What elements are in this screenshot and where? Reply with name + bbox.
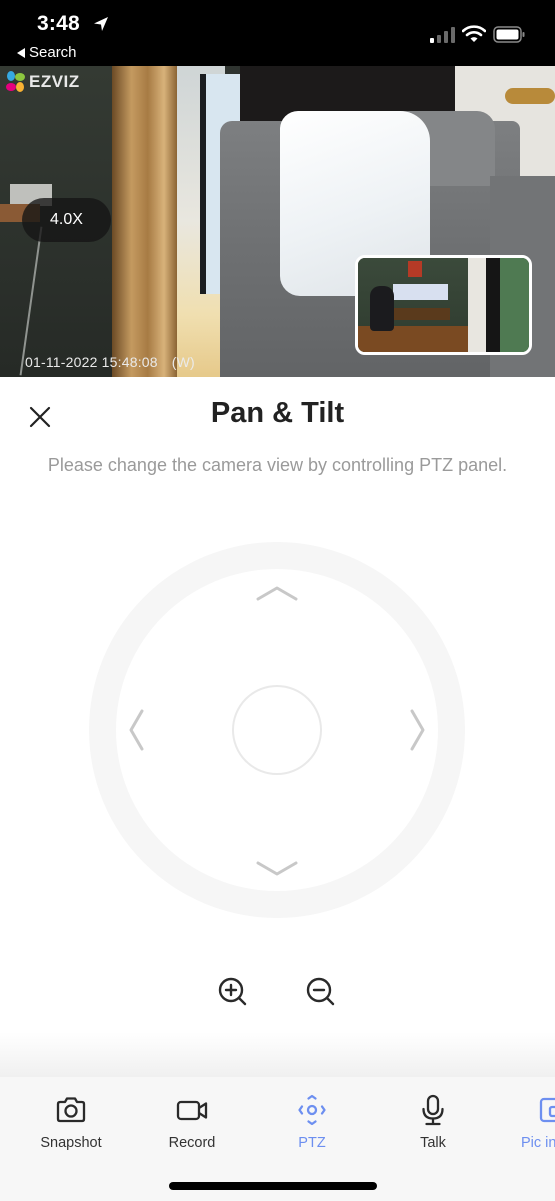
chevron-left-icon xyxy=(129,709,144,751)
wifi-icon xyxy=(462,25,486,42)
pip-scene xyxy=(468,258,488,352)
video-camera-icon xyxy=(176,1100,208,1121)
record-button[interactable]: Record xyxy=(142,1093,242,1151)
cellular-signal-icon xyxy=(430,27,455,43)
ptz-joystick[interactable] xyxy=(89,542,465,918)
app-screen: 3:48 Search EZVIZ 4.0X 01-11-2022 15:48:… xyxy=(0,0,555,1201)
picture-in-picture-label: Pic in xyxy=(521,1135,555,1151)
pip-scene xyxy=(408,261,422,277)
record-label: Record xyxy=(168,1135,216,1151)
zoom-level-badge: 4.0X xyxy=(22,198,111,242)
ptz-label: PTZ xyxy=(298,1135,326,1151)
live-video-feed[interactable]: EZVIZ 4.0X 01-11-2022 15:48:08 (W) xyxy=(0,66,555,377)
panel-divider-shadow xyxy=(0,1032,555,1077)
talk-label: Talk xyxy=(420,1135,446,1151)
picture-in-picture-preview[interactable] xyxy=(355,255,532,355)
status-bar: 3:48 Search xyxy=(0,0,555,66)
status-time: 3:48 xyxy=(37,12,80,35)
picture-in-picture-button[interactable]: Pic in xyxy=(503,1093,555,1151)
snapshot-label: Snapshot xyxy=(40,1135,102,1151)
bottom-toolbar: Snapshot Record PTZ Talk Pic in xyxy=(0,1077,555,1201)
video-scene xyxy=(112,66,177,377)
microphone-icon xyxy=(422,1094,444,1126)
chevron-right-icon xyxy=(410,709,425,751)
pan-up-button[interactable] xyxy=(255,572,299,616)
panel-description: Please change the camera view by control… xyxy=(47,455,508,475)
pan-tilt-panel: Pan & Tilt Please change the camera view… xyxy=(0,377,555,1077)
pip-scene xyxy=(370,286,394,331)
brand-name: EZVIZ xyxy=(29,72,80,91)
pip-scene xyxy=(393,284,448,300)
battery-icon xyxy=(493,26,525,43)
location-arrow-icon xyxy=(94,17,108,31)
panel-title: Pan & Tilt xyxy=(210,397,345,429)
back-label: Search xyxy=(29,44,77,61)
joystick-center-button[interactable] xyxy=(232,685,322,775)
video-scene xyxy=(505,88,555,104)
pan-right-button[interactable] xyxy=(395,708,439,752)
picture-in-picture-icon xyxy=(539,1097,555,1123)
camera-icon xyxy=(56,1097,86,1123)
pip-scene xyxy=(486,258,500,352)
home-indicator[interactable] xyxy=(169,1182,377,1190)
brand-watermark: EZVIZ xyxy=(6,71,80,93)
lens-mode: (W) xyxy=(171,354,195,370)
zoom-out-icon[interactable] xyxy=(303,974,339,1010)
back-arrow-icon xyxy=(17,47,25,58)
pan-left-button[interactable] xyxy=(115,708,159,752)
chevron-down-icon xyxy=(256,861,298,876)
ptz-icon xyxy=(298,1094,326,1126)
ptz-button[interactable]: PTZ xyxy=(262,1093,362,1151)
chevron-up-icon xyxy=(256,586,298,601)
pan-down-button[interactable] xyxy=(255,846,299,890)
ezviz-logo-icon xyxy=(6,71,25,92)
video-timestamp: 01-11-2022 15:48:08 (W) xyxy=(25,354,195,370)
snapshot-button[interactable]: Snapshot xyxy=(21,1093,121,1151)
talk-button[interactable]: Talk xyxy=(383,1093,483,1151)
pip-scene xyxy=(500,258,529,352)
zoom-in-icon[interactable] xyxy=(215,974,251,1010)
back-to-search-link[interactable]: Search xyxy=(17,44,77,61)
timestamp-value: 01-11-2022 15:48:08 xyxy=(25,354,158,370)
